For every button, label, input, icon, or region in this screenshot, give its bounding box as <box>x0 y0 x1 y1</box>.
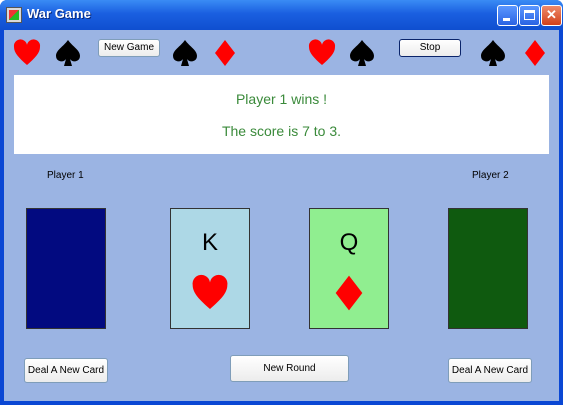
player1-label: Player 1 <box>47 170 84 181</box>
card-rank: K <box>201 229 218 256</box>
heart-icon <box>12 38 42 68</box>
player2-played-card: Q <box>309 208 389 329</box>
player1-played-card: K <box>170 208 250 329</box>
heart-icon <box>307 38 337 68</box>
player2-label: Player 2 <box>472 170 509 181</box>
window-title: War Game <box>27 6 91 21</box>
game-panel: New Game Stop Player 1 wins ! The score … <box>4 30 559 401</box>
app-window: War Game New Game Stop <box>0 0 563 405</box>
diamond-icon <box>329 273 369 313</box>
new-game-button[interactable]: New Game <box>98 39 160 57</box>
player2-deck[interactable] <box>448 208 528 329</box>
new-round-button[interactable]: New Round <box>230 355 349 382</box>
player1-deck[interactable] <box>26 208 106 329</box>
card-rank: Q <box>339 229 359 256</box>
minimize-button[interactable] <box>497 5 518 26</box>
message-panel: Player 1 wins ! The score is 7 to 3. <box>14 75 549 154</box>
diamond-icon <box>210 38 240 68</box>
app-icon[interactable] <box>6 7 22 23</box>
stop-button[interactable]: Stop <box>399 39 461 57</box>
player1-deal-button[interactable]: Deal A New Card <box>24 358 108 383</box>
heart-icon <box>190 273 230 313</box>
winner-message: Player 1 wins ! <box>235 91 328 107</box>
player2-deal-button[interactable]: Deal A New Card <box>448 358 532 383</box>
title-bar[interactable]: War Game <box>0 0 563 30</box>
spade-icon <box>478 38 508 68</box>
spade-icon <box>170 38 200 68</box>
spade-icon <box>53 38 83 68</box>
score-message: The score is 7 to 3. <box>221 123 342 139</box>
spade-icon <box>347 38 377 68</box>
diamond-icon <box>520 38 550 68</box>
maximize-button[interactable] <box>519 5 540 26</box>
close-button[interactable] <box>541 5 562 26</box>
